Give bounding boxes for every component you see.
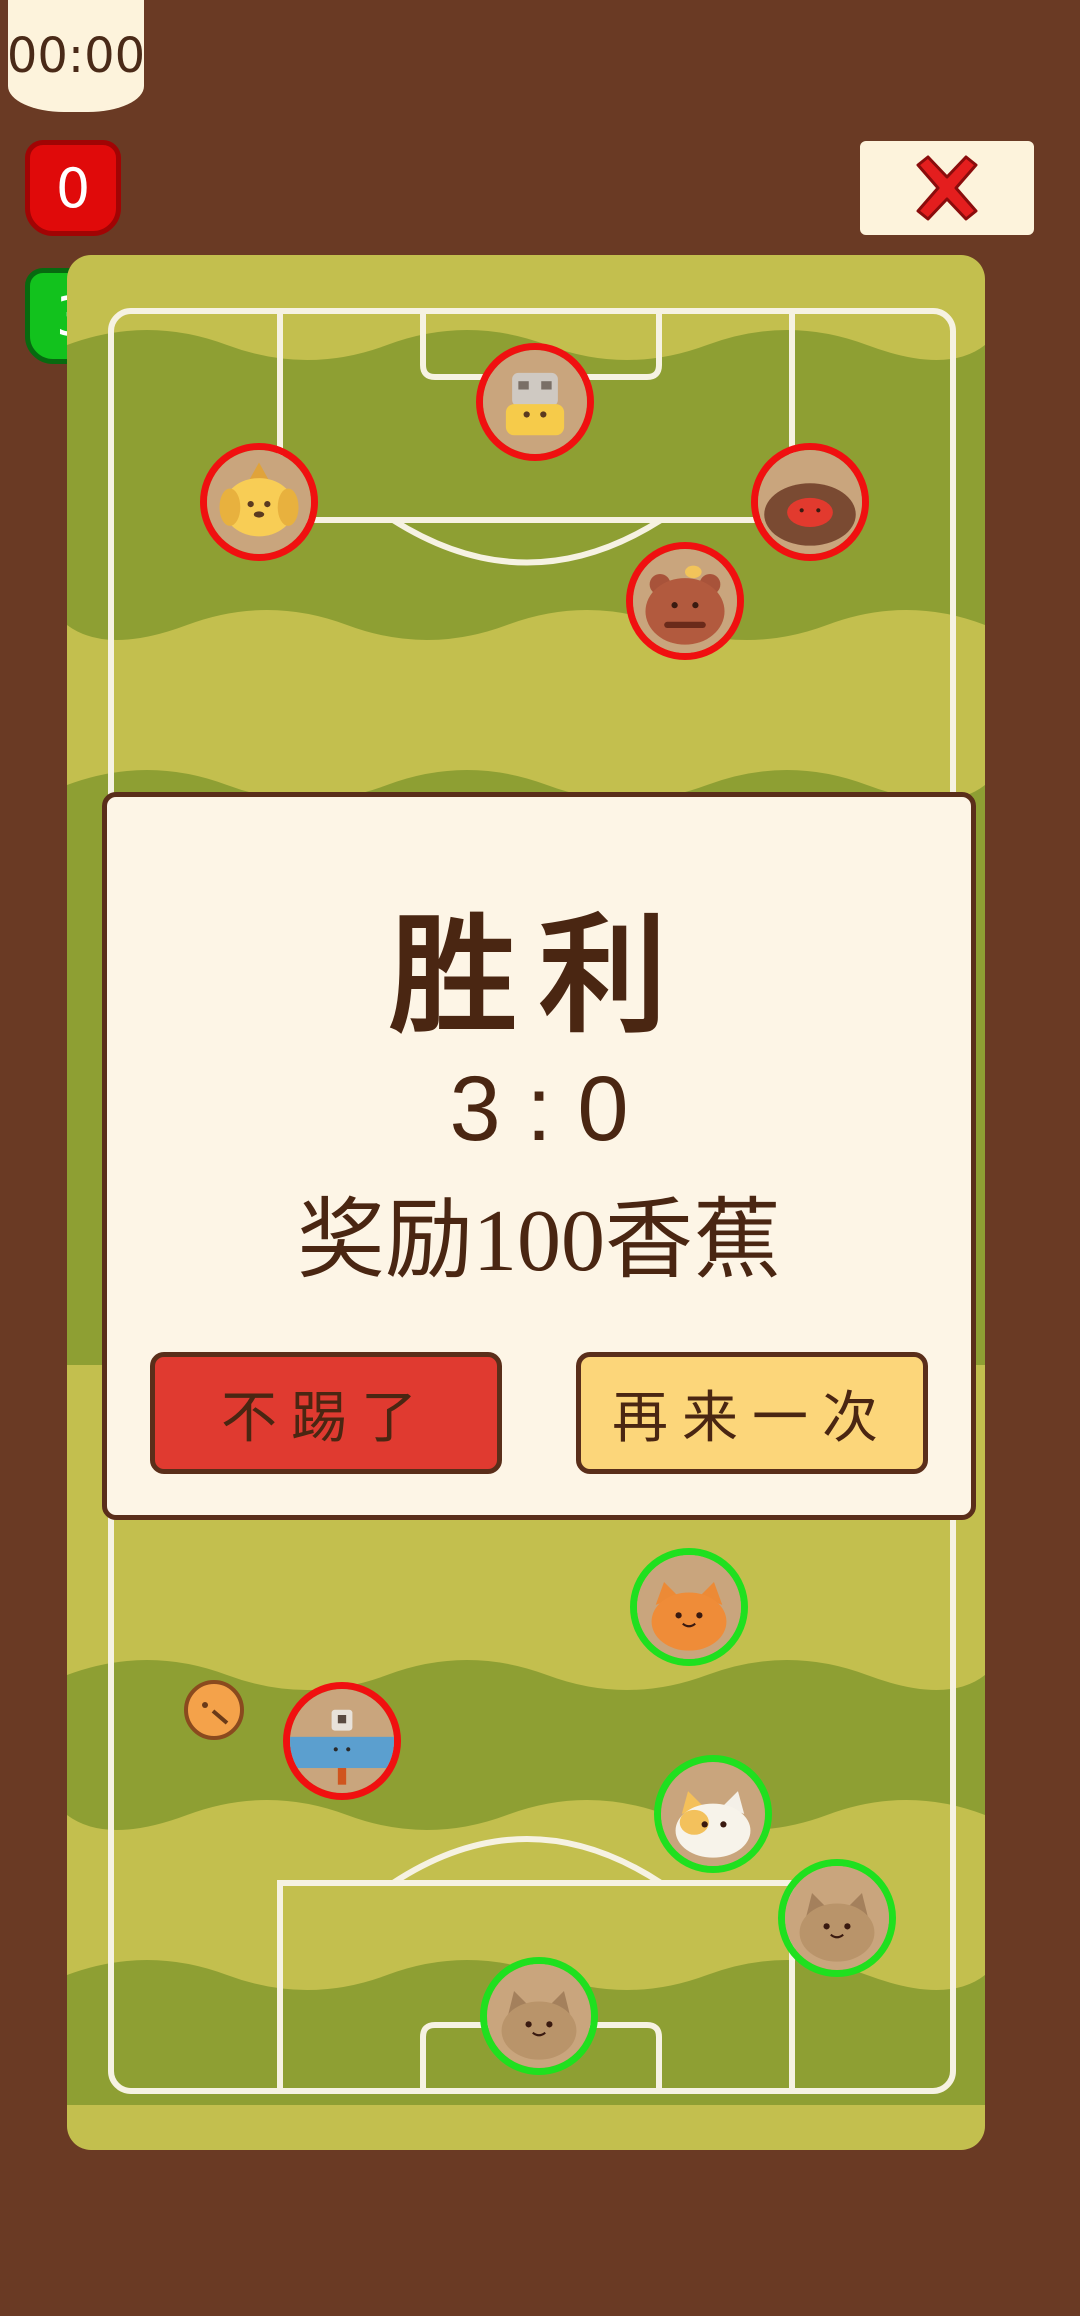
goalkeeper-cat-player-icon[interactable] xyxy=(480,1957,598,2075)
bear-player-icon[interactable] xyxy=(626,542,744,660)
opponent-score-badge: 0 xyxy=(25,140,121,236)
robot-player-icon[interactable] xyxy=(476,343,594,461)
quit-button[interactable]: 不踢了 xyxy=(150,1352,502,1474)
close-button[interactable] xyxy=(860,141,1034,235)
reward-text: 奖励100香蕉 xyxy=(296,1193,781,1290)
soccer-ball-icon xyxy=(183,1679,245,1741)
brown-cat-player-icon[interactable] xyxy=(778,1859,896,1977)
sloth-player-icon[interactable] xyxy=(751,443,869,561)
result-title: 胜利 xyxy=(388,901,689,1051)
victory-dialog: 胜利 3 : 0 奖励100香蕉 不踢了 再来一次 xyxy=(102,792,976,1520)
blue-creature-player-icon[interactable] xyxy=(283,1682,401,1800)
close-icon xyxy=(916,155,978,221)
match-timer: 00:00 xyxy=(7,0,145,112)
white-cat-player-icon[interactable] xyxy=(654,1755,772,1873)
play-again-button[interactable]: 再来一次 xyxy=(576,1352,928,1474)
final-score: 3 : 0 xyxy=(449,1058,629,1160)
orange-cat-player-icon[interactable] xyxy=(630,1548,748,1666)
dog-wizard-player-icon[interactable] xyxy=(200,443,318,561)
